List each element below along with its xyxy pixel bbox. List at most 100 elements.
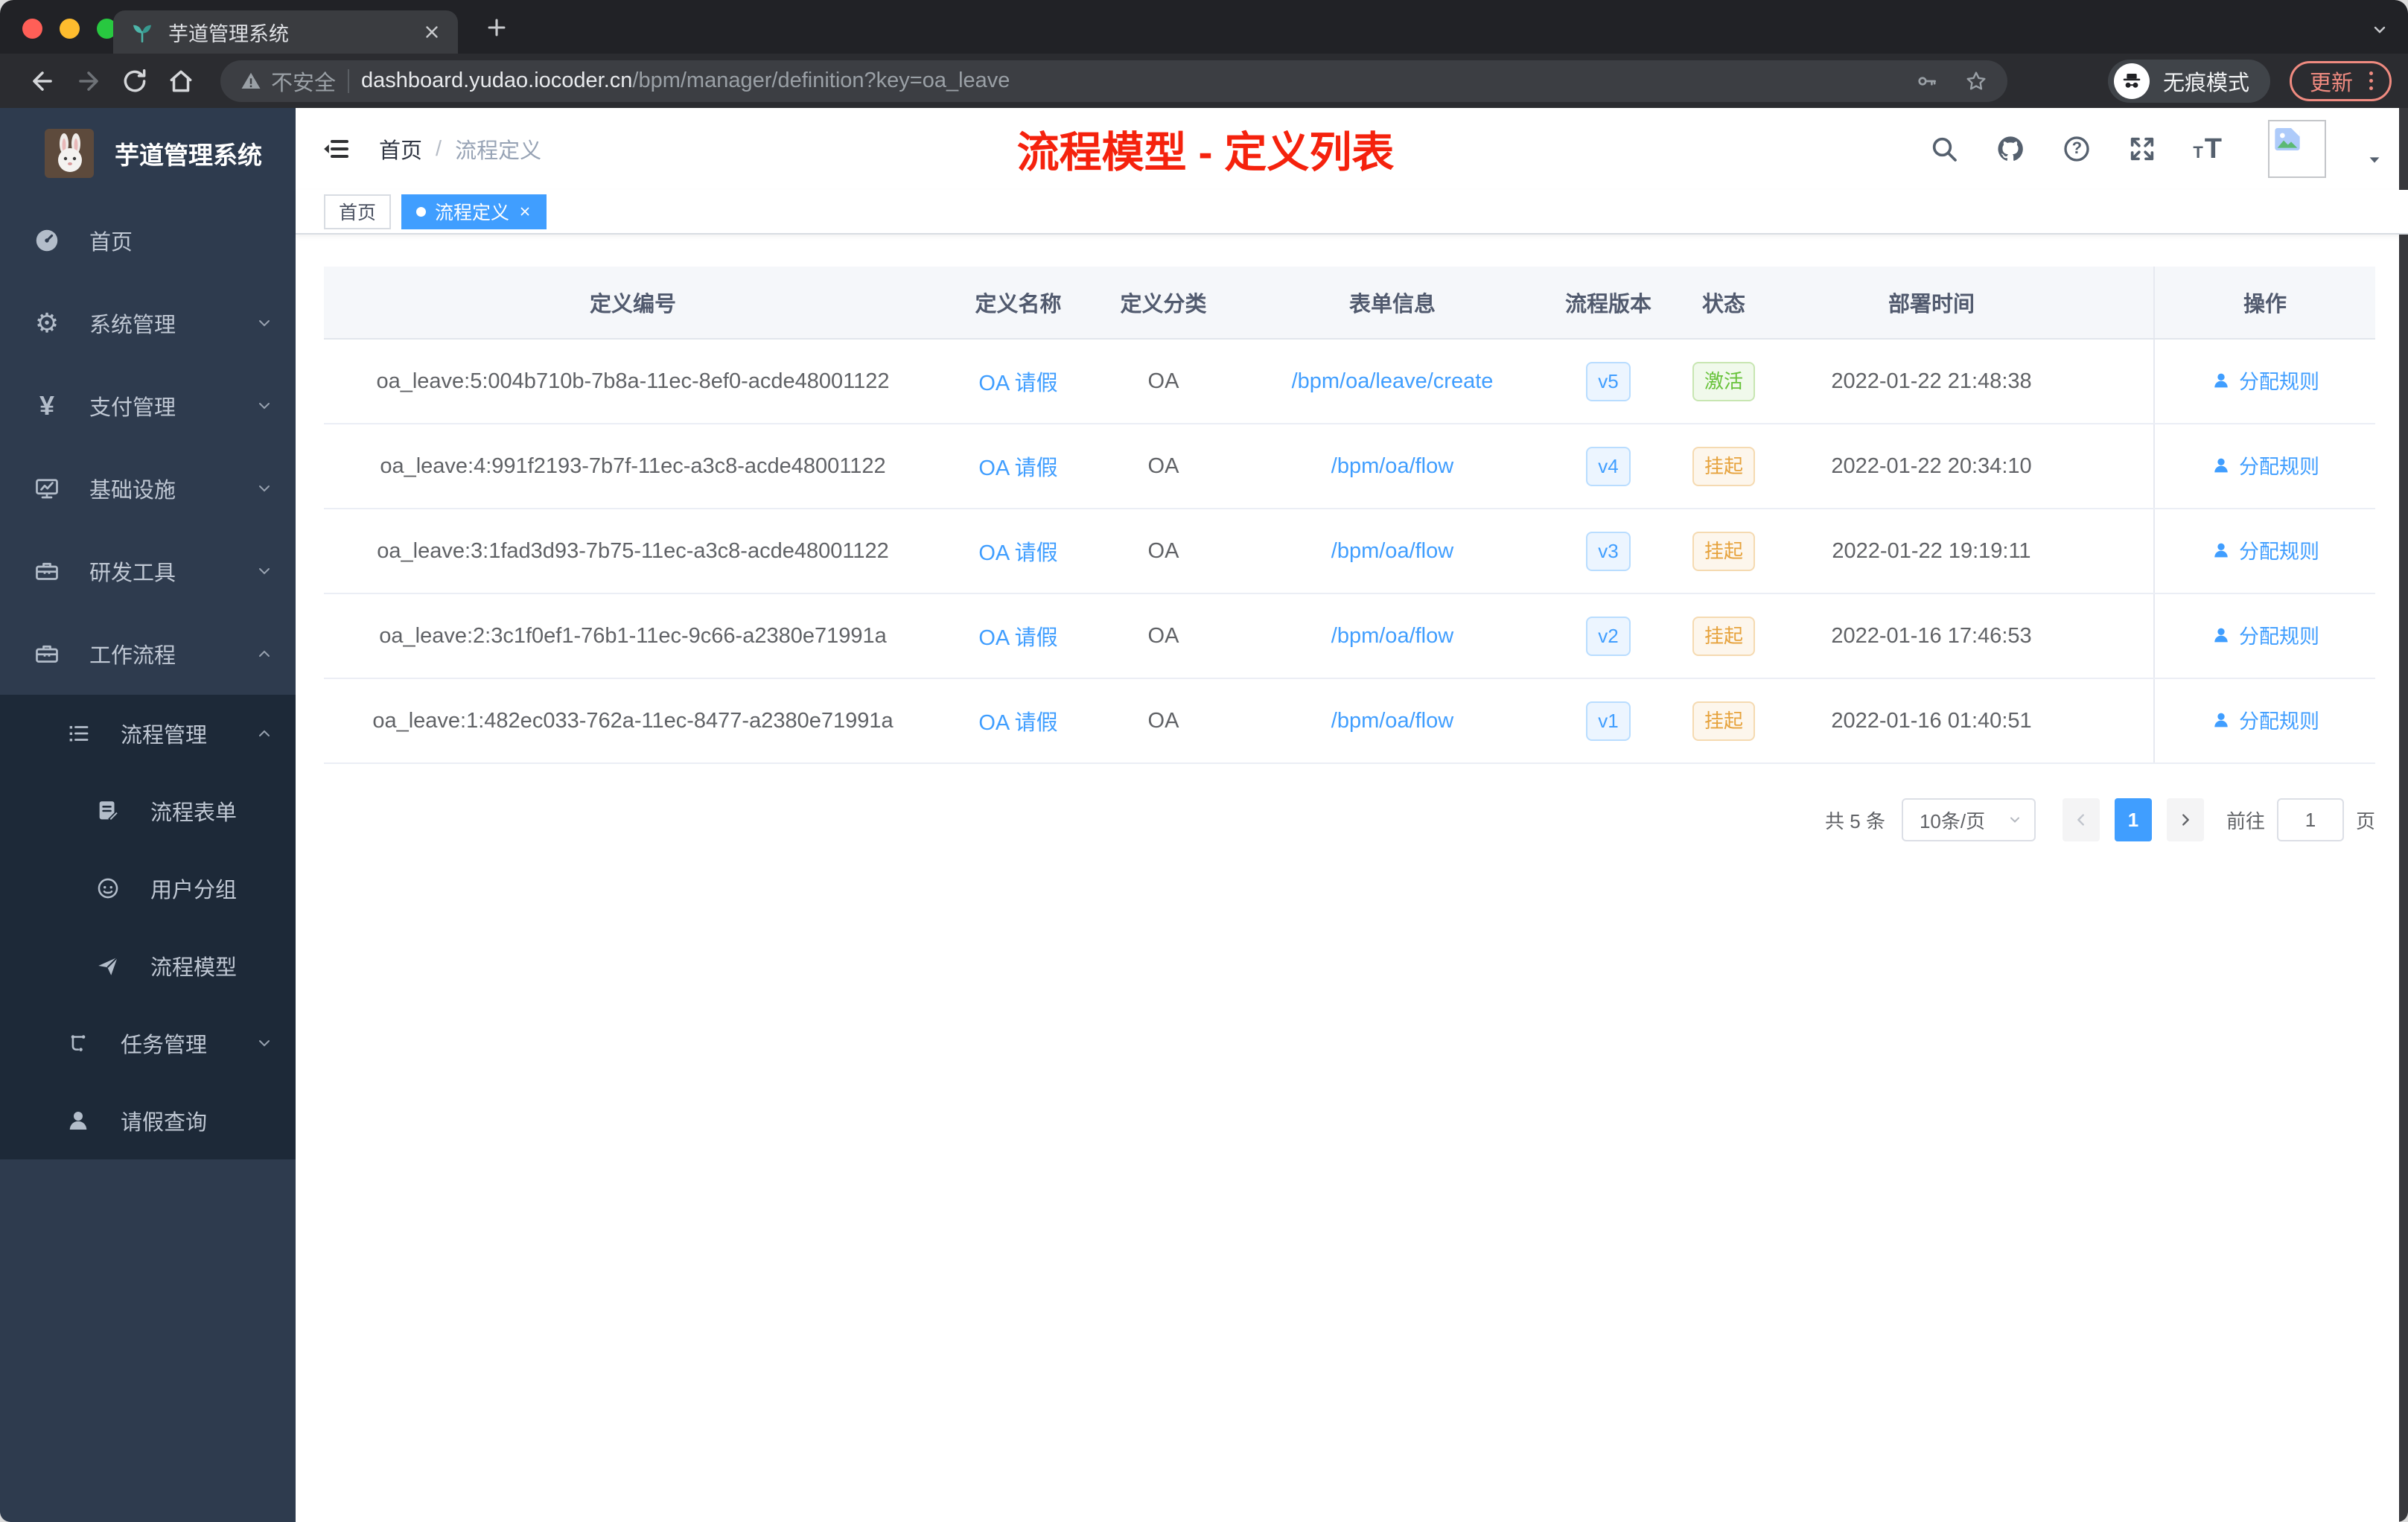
person-icon	[63, 1107, 94, 1134]
assign-rule-button[interactable]: 分配规则	[2211, 366, 2319, 395]
minimize-window-button[interactable]	[60, 19, 80, 39]
goto-page-input[interactable]: 1	[2276, 798, 2344, 841]
search-icon[interactable]	[1929, 134, 1959, 164]
browser-update-button[interactable]: 更新	[2289, 60, 2392, 101]
sidebar: 芋道管理系统 首页 ⚙ 系统管理 ¥ 支付管理 基础设施 研发工具 工作流程 流…	[0, 108, 296, 1522]
sidebar-item-label: 用户分组	[150, 879, 238, 902]
omnibox-divider	[348, 69, 350, 93]
sidebar-item-task-mgmt[interactable]: 任务管理	[0, 1004, 296, 1082]
tag-process-definition[interactable]: 流程定义	[401, 194, 547, 229]
sidebar-item-devtools[interactable]: 研发工具	[0, 529, 296, 612]
bookmark-star-icon[interactable]	[1964, 69, 1988, 93]
url-text: dashboard.yudao.iocoder.cn/bpm/manager/d…	[361, 69, 1903, 93]
definition-name-link[interactable]: OA 请假	[978, 541, 1057, 565]
user-icon	[2214, 628, 2228, 643]
version-badge: v5	[1586, 361, 1631, 401]
next-page-button[interactable]	[2166, 798, 2204, 841]
goto-label: 前往	[2226, 809, 2265, 832]
sidebar-item-payment[interactable]: ¥ 支付管理	[0, 364, 296, 447]
chevron-down-icon	[255, 480, 273, 497]
tag-home[interactable]: 首页	[324, 194, 392, 229]
form-link[interactable]: /bpm/oa/flow	[1331, 454, 1453, 478]
gear-icon: ⚙	[34, 307, 60, 338]
forward-icon[interactable]	[66, 67, 112, 95]
avatar[interactable]	[2268, 120, 2326, 178]
form-link[interactable]: /bpm/oa/flow	[1331, 624, 1453, 648]
assign-rule-button[interactable]: 分配规则	[2211, 620, 2319, 649]
warning-icon	[241, 72, 261, 89]
fullscreen-icon[interactable]	[2127, 134, 2157, 164]
chevron-down-icon	[255, 314, 273, 332]
table-row: oa_leave:4:991f2193-7b7f-11ec-a3c8-acde4…	[324, 424, 2375, 509]
browser-window: 芋道管理系统 不安全 dashboard.yudao.iocoder.cn /b…	[0, 0, 2408, 1522]
sidebar-item-process-form[interactable]: 流程表单	[0, 772, 296, 850]
definition-id: oa_leave:1:482ec033-762a-11ec-8477-a2380…	[324, 678, 942, 764]
definition-name-link[interactable]: OA 请假	[978, 626, 1057, 650]
sidebar-item-leave-query[interactable]: 请假查询	[0, 1082, 296, 1159]
close-tag-icon[interactable]	[518, 205, 532, 218]
font-size-icon[interactable]: TT	[2193, 133, 2222, 165]
address-bar[interactable]: 不安全 dashboard.yudao.iocoder.cn/bpm/manag…	[220, 60, 2007, 102]
form-link[interactable]: /bpm/oa/flow	[1331, 539, 1453, 563]
prev-page-button[interactable]	[2062, 798, 2100, 841]
sidebar-item-infra[interactable]: 基础设施	[0, 447, 296, 529]
main-area: 首页 / 流程定义 流程模型 - 定义列表 ? T T 首页 流程定义 定义编号…	[296, 108, 2408, 1522]
assign-rule-button[interactable]: 分配规则	[2211, 535, 2319, 564]
incognito-label: 无痕模式	[2162, 71, 2249, 95]
definition-category: OA	[1095, 339, 1232, 424]
toolbox-icon	[31, 558, 63, 585]
sidebar-item-label: 流程表单	[150, 801, 238, 825]
page-size-select[interactable]: 10条/页	[1901, 798, 2036, 841]
sidebar-item-process-mgmt[interactable]: 流程管理	[0, 695, 296, 772]
page-number-1[interactable]: 1	[2114, 798, 2152, 841]
back-icon[interactable]	[19, 67, 66, 95]
home-icon[interactable]	[158, 67, 204, 95]
key-icon[interactable]	[1915, 69, 1939, 93]
form-link[interactable]: /bpm/oa/flow	[1331, 709, 1453, 733]
annotation-title: 流程模型 - 定义列表	[1016, 129, 1395, 176]
window-right-edge	[2399, 108, 2408, 1522]
deploy-time: 2022-01-16 01:40:51	[1783, 678, 2080, 764]
assign-rule-button[interactable]: 分配规则	[2211, 705, 2319, 734]
assign-rule-button[interactable]: 分配规则	[2211, 450, 2319, 480]
browser-tab[interactable]: 芋道管理系统	[113, 10, 458, 54]
sidebar-item-label: 工作流程	[89, 643, 176, 668]
form-link[interactable]: /bpm/oa/leave/create	[1292, 369, 1494, 393]
new-tab-button[interactable]	[484, 15, 509, 44]
sidebar-item-workflow[interactable]: 工作流程	[0, 612, 296, 695]
column-header-status: 状态	[1664, 267, 1783, 340]
column-header-deploy-time: 部署时间	[1783, 267, 2080, 340]
definition-name-link[interactable]: OA 请假	[978, 711, 1057, 735]
column-header-category: 定义分类	[1095, 267, 1232, 340]
sidebar-item-home[interactable]: 首页	[0, 199, 296, 281]
sidebar-item-process-model[interactable]: 流程模型	[0, 927, 296, 1004]
definition-name-link[interactable]: OA 请假	[978, 456, 1057, 480]
user-icon	[2214, 373, 2228, 388]
sidebar-item-system[interactable]: ⚙ 系统管理	[0, 281, 296, 364]
definition-name-link[interactable]: OA 请假	[978, 372, 1057, 395]
pagination: 共 5 条 10条/页 1 前往 1 页	[324, 798, 2375, 841]
tab-search-chevron-icon[interactable]	[2371, 21, 2389, 42]
browser-menu-icon[interactable]	[2365, 71, 2377, 90]
reload-icon[interactable]	[112, 67, 158, 95]
goto-page: 前往 1 页	[2226, 798, 2375, 841]
sidebar-item-label: 基础设施	[89, 478, 176, 503]
breadcrumb-home[interactable]: 首页	[379, 133, 422, 165]
sidebar-item-label: 支付管理	[89, 395, 176, 420]
help-icon[interactable]: ?	[2062, 134, 2092, 164]
paper-plane-icon	[92, 953, 124, 978]
sidebar-toggle-icon[interactable]	[321, 134, 351, 164]
close-tab-icon[interactable]	[422, 22, 442, 42]
column-header-action: 操作	[2153, 267, 2375, 340]
sidebar-item-label: 流程管理	[121, 724, 208, 748]
avatar-caret-icon[interactable]	[2366, 152, 2383, 172]
not-secure-indicator[interactable]: 不安全	[240, 66, 336, 97]
table-row: oa_leave:5:004b710b-7b8a-11ec-8ef0-acde4…	[324, 339, 2375, 424]
sidebar-item-user-group[interactable]: 用户分组	[0, 850, 296, 927]
user-group-icon	[92, 876, 124, 901]
sidebar-logo[interactable]: 芋道管理系统	[0, 108, 296, 199]
definition-id: oa_leave:5:004b710b-7b8a-11ec-8ef0-acde4…	[324, 339, 942, 424]
github-icon[interactable]	[1995, 133, 2026, 165]
close-window-button[interactable]	[22, 19, 42, 39]
definition-category: OA	[1095, 593, 1232, 679]
